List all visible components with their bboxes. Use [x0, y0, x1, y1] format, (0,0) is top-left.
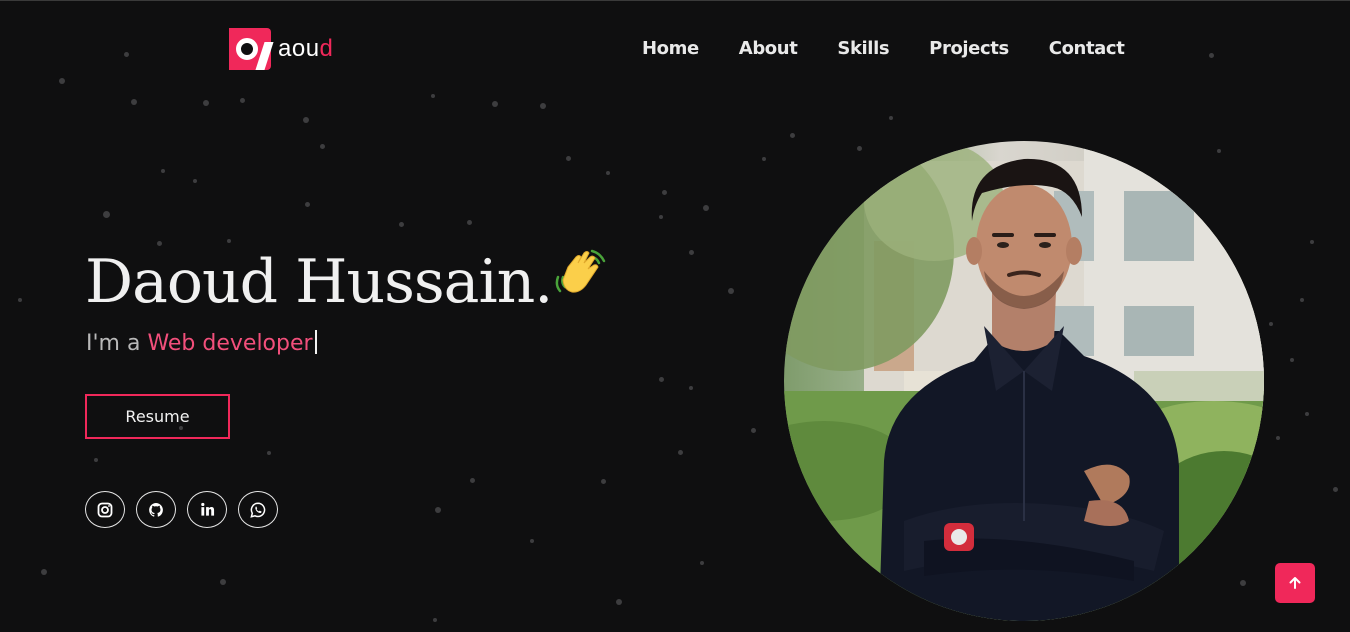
- star-dot: [103, 211, 110, 218]
- star-dot: [857, 146, 862, 151]
- star-dot: [703, 205, 709, 211]
- star-dot: [659, 215, 663, 219]
- star-dot: [616, 599, 622, 605]
- star-dot: [1333, 487, 1338, 492]
- star-dot: [790, 133, 795, 138]
- star-dot: [1269, 322, 1273, 326]
- star-dot: [659, 377, 664, 382]
- star-dot: [431, 94, 435, 98]
- star-dot: [435, 507, 441, 513]
- star-dot: [889, 116, 893, 120]
- nav-item-skills[interactable]: Skills: [837, 38, 889, 59]
- star-dot: [1276, 436, 1280, 440]
- typing-cursor: [314, 330, 317, 354]
- star-dot: [1240, 580, 1246, 586]
- waving-hand-icon: [554, 247, 608, 304]
- star-dot: [303, 117, 309, 123]
- star-dot: [530, 539, 534, 543]
- star-dot: [1300, 298, 1304, 302]
- star-dot: [700, 561, 704, 565]
- star-dot: [470, 478, 475, 483]
- star-dot: [662, 190, 667, 195]
- resume-button[interactable]: Resume: [85, 394, 230, 439]
- star-dot: [320, 144, 325, 149]
- profile-photo: [784, 141, 1264, 621]
- whatsapp-icon[interactable]: [238, 491, 278, 528]
- hero-subtitle: I'm a Web developer: [86, 330, 317, 356]
- star-dot: [399, 222, 404, 227]
- star-dot: [1310, 240, 1314, 244]
- star-dot: [131, 99, 137, 105]
- star-dot: [433, 618, 437, 622]
- hero-role-text: Web developer: [147, 331, 313, 356]
- star-dot: [94, 458, 98, 462]
- star-dot: [762, 157, 766, 161]
- star-dot: [728, 288, 734, 294]
- hero-name: Daoud Hussain.: [85, 247, 553, 317]
- star-dot: [678, 450, 683, 455]
- star-dot: [193, 179, 197, 183]
- star-dot: [41, 569, 47, 575]
- back-to-top-button[interactable]: [1275, 563, 1315, 603]
- star-dot: [540, 103, 546, 109]
- star-dot: [606, 171, 610, 175]
- star-dot: [18, 298, 22, 302]
- star-dot: [1305, 412, 1309, 416]
- star-dot: [1217, 149, 1221, 153]
- star-dot: [227, 239, 231, 243]
- site-logo[interactable]: aoud: [229, 28, 333, 70]
- nav-item-about[interactable]: About: [739, 38, 798, 59]
- star-dot: [689, 386, 693, 390]
- nav-item-projects[interactable]: Projects: [929, 38, 1009, 59]
- star-dot: [267, 451, 271, 455]
- logo-mark-icon: [229, 28, 274, 70]
- star-dot: [689, 250, 694, 255]
- star-dot: [59, 78, 65, 84]
- linkedin-icon[interactable]: [187, 491, 227, 528]
- github-icon[interactable]: [136, 491, 176, 528]
- main-nav: Home About Skills Projects Contact: [642, 38, 1125, 59]
- social-links: [85, 491, 278, 528]
- nav-item-contact[interactable]: Contact: [1049, 38, 1125, 59]
- star-dot: [305, 202, 310, 207]
- logo-text: aoud: [278, 35, 334, 62]
- nav-item-home[interactable]: Home: [642, 38, 699, 59]
- star-dot: [566, 156, 571, 161]
- star-dot: [157, 241, 162, 246]
- instagram-icon[interactable]: [85, 491, 125, 528]
- star-dot: [1290, 358, 1294, 362]
- star-dot: [751, 428, 756, 433]
- star-dot: [492, 101, 498, 107]
- star-dot: [1209, 53, 1214, 58]
- star-dot: [124, 52, 129, 57]
- star-dot: [220, 579, 226, 585]
- star-dot: [203, 100, 209, 106]
- arrow-up-icon: [1289, 577, 1301, 589]
- star-dot: [240, 98, 245, 103]
- star-dot: [467, 220, 472, 225]
- star-dot: [601, 479, 606, 484]
- star-dot: [161, 169, 165, 173]
